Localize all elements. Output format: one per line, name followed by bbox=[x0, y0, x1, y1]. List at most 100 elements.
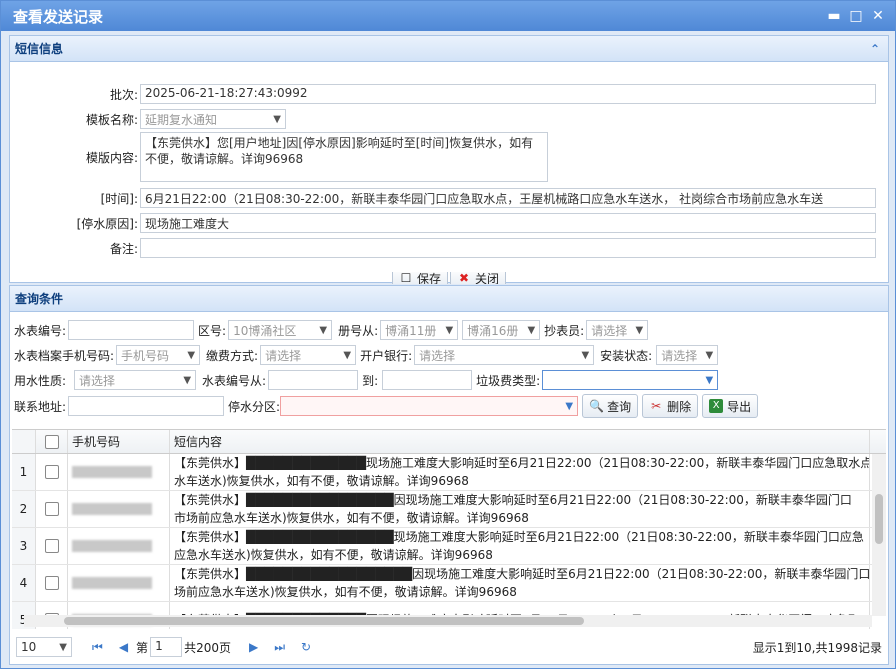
next-page-icon[interactable]: ▶ bbox=[249, 640, 258, 654]
row-checkbox[interactable] bbox=[44, 502, 59, 516]
last-page-icon[interactable]: ⏭ bbox=[274, 640, 285, 655]
address-input[interactable] bbox=[68, 396, 225, 416]
time-label: [时间]: bbox=[100, 191, 138, 206]
page-size-select[interactable]: 10 ▼ bbox=[16, 637, 72, 657]
table-row[interactable]: 1 【东莞供水】█████████████现场施工难度大影响延时至6月21日22:… bbox=[12, 454, 886, 491]
book-to-select[interactable]: 博涌16册 ▼ bbox=[462, 320, 541, 340]
chevron-down-icon: ▼ bbox=[581, 349, 590, 361]
chevron-down-icon: ▼ bbox=[187, 349, 196, 361]
collapse-icon[interactable]: ⌃ bbox=[870, 42, 880, 56]
row-checkbox-cell[interactable] bbox=[36, 565, 68, 601]
chevron-down-icon: ▼ bbox=[635, 324, 644, 336]
note-field[interactable] bbox=[140, 238, 876, 258]
phone-column-header[interactable]: 手机号码 bbox=[68, 430, 170, 453]
row-checkbox-cell[interactable] bbox=[36, 528, 68, 564]
pay-method-select-value: 请选择 bbox=[265, 348, 302, 363]
table-row[interactable]: 3 【东莞供水】████████████████现场施工难度大影响延时至6月21日… bbox=[12, 528, 886, 565]
content-label: 模版内容: bbox=[85, 150, 138, 165]
row-number: 3 bbox=[12, 528, 36, 564]
template-select[interactable]: 延期复水通知 ▼ bbox=[140, 109, 286, 129]
sms-info-title: 短信信息 bbox=[15, 42, 64, 56]
book-from-label: 册号从: bbox=[338, 323, 379, 338]
message-line-2: 应急水车送水)恢复供水，如有不便，敬请谅解。详询96968 bbox=[174, 548, 493, 562]
save-button[interactable]: ☐ 保存 bbox=[392, 272, 449, 284]
message-line-1: 【东莞供水】████████████████因现场施工难度大影响延时至6月21日… bbox=[174, 493, 852, 507]
select-all-cell[interactable] bbox=[36, 430, 68, 453]
table-row[interactable]: 2 【东莞供水】████████████████因现场施工难度大影响延时至6月21… bbox=[12, 491, 886, 528]
export-button[interactable]: X 导出 bbox=[702, 394, 759, 418]
message-column-header[interactable]: 短信内容 bbox=[170, 430, 870, 453]
first-page-icon[interactable]: ⏮ bbox=[92, 640, 103, 655]
close-icon[interactable]: ✕ bbox=[867, 8, 889, 24]
chevron-down-icon: ▼ bbox=[59, 641, 67, 653]
zone-label: 停水分区: bbox=[228, 399, 281, 414]
book-from-select[interactable]: 博涌11册 ▼ bbox=[380, 320, 459, 340]
horizontal-scrollbar-thumb[interactable] bbox=[64, 617, 584, 625]
garbage-label: 垃圾费类型: bbox=[476, 373, 541, 388]
message-cell: 【东莞供水】██████████████████因现场施工难度大影响延时至6月2… bbox=[170, 565, 870, 601]
install-select[interactable]: 请选择 ▼ bbox=[656, 345, 719, 365]
close-button[interactable]: ✖ 关闭 bbox=[450, 272, 507, 284]
template-label: 模板名称: bbox=[85, 112, 138, 127]
bank-select[interactable]: 请选择 ▼ bbox=[414, 345, 595, 365]
pay-method-select[interactable]: 请选择 ▼ bbox=[260, 345, 357, 365]
message-cell: 【东莞供水】█████████████现场施工难度大影响延时至6月21日22:0… bbox=[170, 454, 870, 490]
sms-records-grid: 手机号码 短信内容 1 【东莞供水】█████████████现场施工难度大影响延… bbox=[12, 429, 886, 629]
district-label: 区号: bbox=[198, 323, 227, 338]
row-checkbox[interactable] bbox=[44, 465, 59, 479]
address-label: 联系地址: bbox=[14, 399, 67, 414]
redacted-phone bbox=[72, 540, 152, 552]
select-all-checkbox[interactable] bbox=[44, 434, 59, 449]
phone-cell bbox=[68, 528, 170, 564]
meter-to-input[interactable] bbox=[382, 370, 473, 390]
refresh-icon[interactable]: ↻ bbox=[301, 640, 311, 654]
archive-phone-select[interactable]: 手机号码 ▼ bbox=[116, 345, 201, 365]
horizontal-scrollbar[interactable] bbox=[24, 615, 872, 627]
book-to-select-value: 博涌16册 bbox=[467, 323, 519, 338]
row-number: 2 bbox=[12, 491, 36, 527]
time-field[interactable]: 6月21日22:00（21日08:30-22:00，新联丰泰华园门口应急取水点，… bbox=[140, 188, 876, 208]
meter-from-input[interactable] bbox=[268, 370, 359, 390]
table-row[interactable]: 4 【东莞供水】██████████████████因现场施工难度大影响延时至6月… bbox=[12, 565, 886, 602]
row-number: 4 bbox=[12, 565, 36, 601]
sms-info-panel: 短信信息 ⌃ 批次: 2025-06-21-18:27:43:0992 模板名称… bbox=[9, 35, 889, 284]
to-label: 到: bbox=[362, 373, 379, 388]
row-number-header bbox=[12, 430, 36, 453]
usage-select[interactable]: 请选择 ▼ bbox=[74, 370, 197, 390]
row-checkbox-cell[interactable] bbox=[36, 454, 68, 490]
total-pages: 共200页 bbox=[184, 640, 231, 655]
reason-field[interactable]: 现场施工难度大 bbox=[140, 213, 876, 233]
vertical-scrollbar[interactable] bbox=[872, 454, 886, 616]
pagination-bar: 10 ▼ ⏮ ◀ 第 1 共200页 ▶ ⏭ ↻ 显示1到10,共1998记录 bbox=[10, 632, 890, 662]
note-label: 备注: bbox=[109, 241, 138, 256]
phone-cell bbox=[68, 565, 170, 601]
district-select[interactable]: 10博涌社区 ▼ bbox=[228, 320, 333, 340]
query-panel: 查询条件 水表编号: 区号: 10博涌社区 ▼ 册号从: 博涌11册 ▼ 博涌16册… bbox=[9, 285, 889, 665]
content-textarea[interactable]: 【东莞供水】您[用户地址]因[停水原因]影响延时至[时间]恢复供水，如有不便，敬… bbox=[140, 132, 548, 182]
vertical-scrollbar-thumb[interactable] bbox=[875, 494, 883, 544]
row-checkbox[interactable] bbox=[44, 539, 59, 553]
prev-page-icon[interactable]: ◀ bbox=[119, 640, 128, 654]
template-select-value: 延期复水通知 bbox=[145, 112, 218, 127]
row-checkbox-cell[interactable] bbox=[36, 491, 68, 527]
maximize-icon[interactable]: □ bbox=[845, 8, 867, 24]
zone-select[interactable]: ▼ bbox=[280, 396, 579, 416]
search-icon: 🔍 bbox=[589, 399, 605, 413]
page-size-value: 10 bbox=[21, 640, 37, 654]
query-title: 查询条件 bbox=[15, 292, 64, 306]
page-number-input[interactable]: 1 bbox=[150, 637, 183, 657]
chevron-down-icon: ▼ bbox=[183, 374, 192, 386]
garbage-select[interactable]: ▼ bbox=[542, 370, 719, 390]
delete-button[interactable]: ✂ 删除 bbox=[642, 394, 699, 418]
message-line-2: 水车送水)恢复供水，如有不便，敬请谅解。详询96968 bbox=[174, 474, 469, 488]
meter-no-input[interactable] bbox=[68, 320, 195, 340]
usage-select-value: 请选择 bbox=[79, 373, 116, 388]
usage-label: 用水性质: bbox=[14, 373, 67, 388]
reader-select[interactable]: 请选择 ▼ bbox=[586, 320, 649, 340]
minimize-icon[interactable]: ▬ bbox=[823, 8, 845, 24]
row-checkbox[interactable] bbox=[44, 576, 59, 590]
save-button-label: 保存 bbox=[417, 272, 442, 284]
grid-header: 手机号码 短信内容 bbox=[12, 430, 886, 454]
search-button[interactable]: 🔍 查询 bbox=[582, 394, 639, 418]
batch-field[interactable]: 2025-06-21-18:27:43:0992 bbox=[140, 84, 876, 104]
